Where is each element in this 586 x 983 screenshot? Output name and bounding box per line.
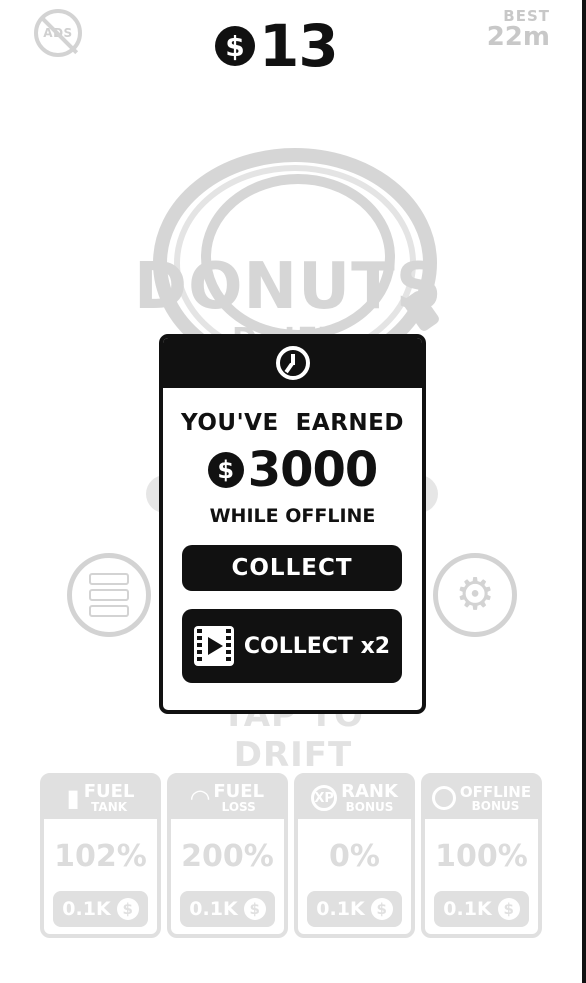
card-value: 0% bbox=[329, 839, 380, 874]
card-value: 102% bbox=[54, 839, 147, 874]
coin-icon: $ bbox=[497, 898, 520, 920]
collect-x2-button[interactable]: COLLECT x2 bbox=[182, 609, 402, 683]
card-title: FUEL bbox=[213, 781, 265, 802]
collect-x2-label: COLLECT x2 bbox=[243, 633, 391, 659]
video-ad-icon bbox=[193, 626, 234, 666]
earned-amount: 3000 bbox=[247, 442, 379, 498]
upgrade-cost-button[interactable]: 0.1K $ bbox=[307, 891, 402, 927]
coin-icon: $ bbox=[370, 898, 393, 920]
upgrade-cost-button[interactable]: 0.1K $ bbox=[434, 891, 529, 927]
card-title: FUEL bbox=[83, 781, 135, 802]
clock-icon bbox=[431, 786, 456, 810]
currency-amount: 13 bbox=[259, 12, 339, 80]
earned-label: YOU'VE EARNED bbox=[181, 410, 404, 436]
card-header: XP RANK BONUS bbox=[298, 777, 411, 819]
cost-label: 0.1K bbox=[189, 898, 238, 920]
upgrade-card-rank-bonus[interactable]: XP RANK BONUS 0% 0.1K $ bbox=[294, 773, 415, 938]
cost-label: 0.1K bbox=[316, 898, 365, 920]
card-subtitle: BONUS bbox=[471, 798, 520, 813]
best-value: 22m bbox=[486, 22, 550, 52]
card-title: OFFLINE bbox=[459, 782, 532, 801]
upgrade-cost-button[interactable]: 0.1K $ bbox=[180, 891, 275, 927]
card-header: OFFLINE BONUS bbox=[425, 777, 538, 819]
list-stack-icon bbox=[89, 573, 129, 617]
card-subtitle: BONUS bbox=[345, 800, 394, 814]
collect-button[interactable]: COLLECT bbox=[182, 545, 402, 591]
card-value: 200% bbox=[181, 839, 274, 874]
upgrade-card-fuel-tank[interactable]: ▮ FUEL TANK 102% 0.1K $ bbox=[40, 773, 161, 938]
offline-label: WHILE OFFLINE bbox=[209, 505, 376, 527]
card-subtitle: LOSS bbox=[221, 800, 256, 814]
card-subtitle: TANK bbox=[91, 800, 128, 814]
fuel-can-icon: ▮ bbox=[66, 784, 80, 812]
earned-amount-row: $ 3000 bbox=[163, 446, 422, 494]
best-score: BEST 22m bbox=[487, 8, 550, 50]
cost-label: 0.1K bbox=[443, 898, 492, 920]
coin-icon: $ bbox=[243, 898, 266, 920]
gauge-icon: ◠ bbox=[190, 784, 210, 812]
card-header: ▮ FUEL TANK bbox=[44, 777, 157, 819]
coin-icon: $ bbox=[215, 26, 255, 66]
card-header: ◠ FUEL LOSS bbox=[171, 777, 284, 819]
card-value: 100% bbox=[435, 839, 528, 874]
coin-icon: $ bbox=[116, 898, 139, 920]
upgrade-cost-button[interactable]: 0.1K $ bbox=[53, 891, 148, 927]
upgrade-cards: ▮ FUEL TANK 102% 0.1K $ ◠ FUEL LOSS 200% 0.… bbox=[40, 773, 542, 938]
xp-icon: XP bbox=[311, 785, 338, 811]
settings-button[interactable]: ⚙ bbox=[433, 553, 517, 637]
screen-edge-divider bbox=[582, 0, 586, 983]
cost-label: 0.1K bbox=[62, 898, 111, 920]
upgrade-card-offline-bonus[interactable]: OFFLINE BONUS 100% 0.1K $ bbox=[421, 773, 542, 938]
logo-title: DONUTS bbox=[134, 250, 443, 324]
clock-icon bbox=[275, 346, 310, 380]
no-ads-button[interactable]: ADS bbox=[34, 9, 82, 57]
offline-earnings-modal: YOU'VE EARNED $ 3000 WHILE OFFLINE COLLE… bbox=[159, 334, 426, 714]
coin-icon: $ bbox=[207, 452, 244, 488]
upgrade-card-fuel-loss[interactable]: ◠ FUEL LOSS 200% 0.1K $ bbox=[167, 773, 288, 938]
gear-icon: ⚙ bbox=[455, 569, 495, 620]
modal-header bbox=[163, 338, 422, 388]
stats-button[interactable] bbox=[67, 553, 151, 637]
card-title: RANK bbox=[341, 781, 398, 802]
currency-display: $ 13 bbox=[215, 12, 339, 80]
